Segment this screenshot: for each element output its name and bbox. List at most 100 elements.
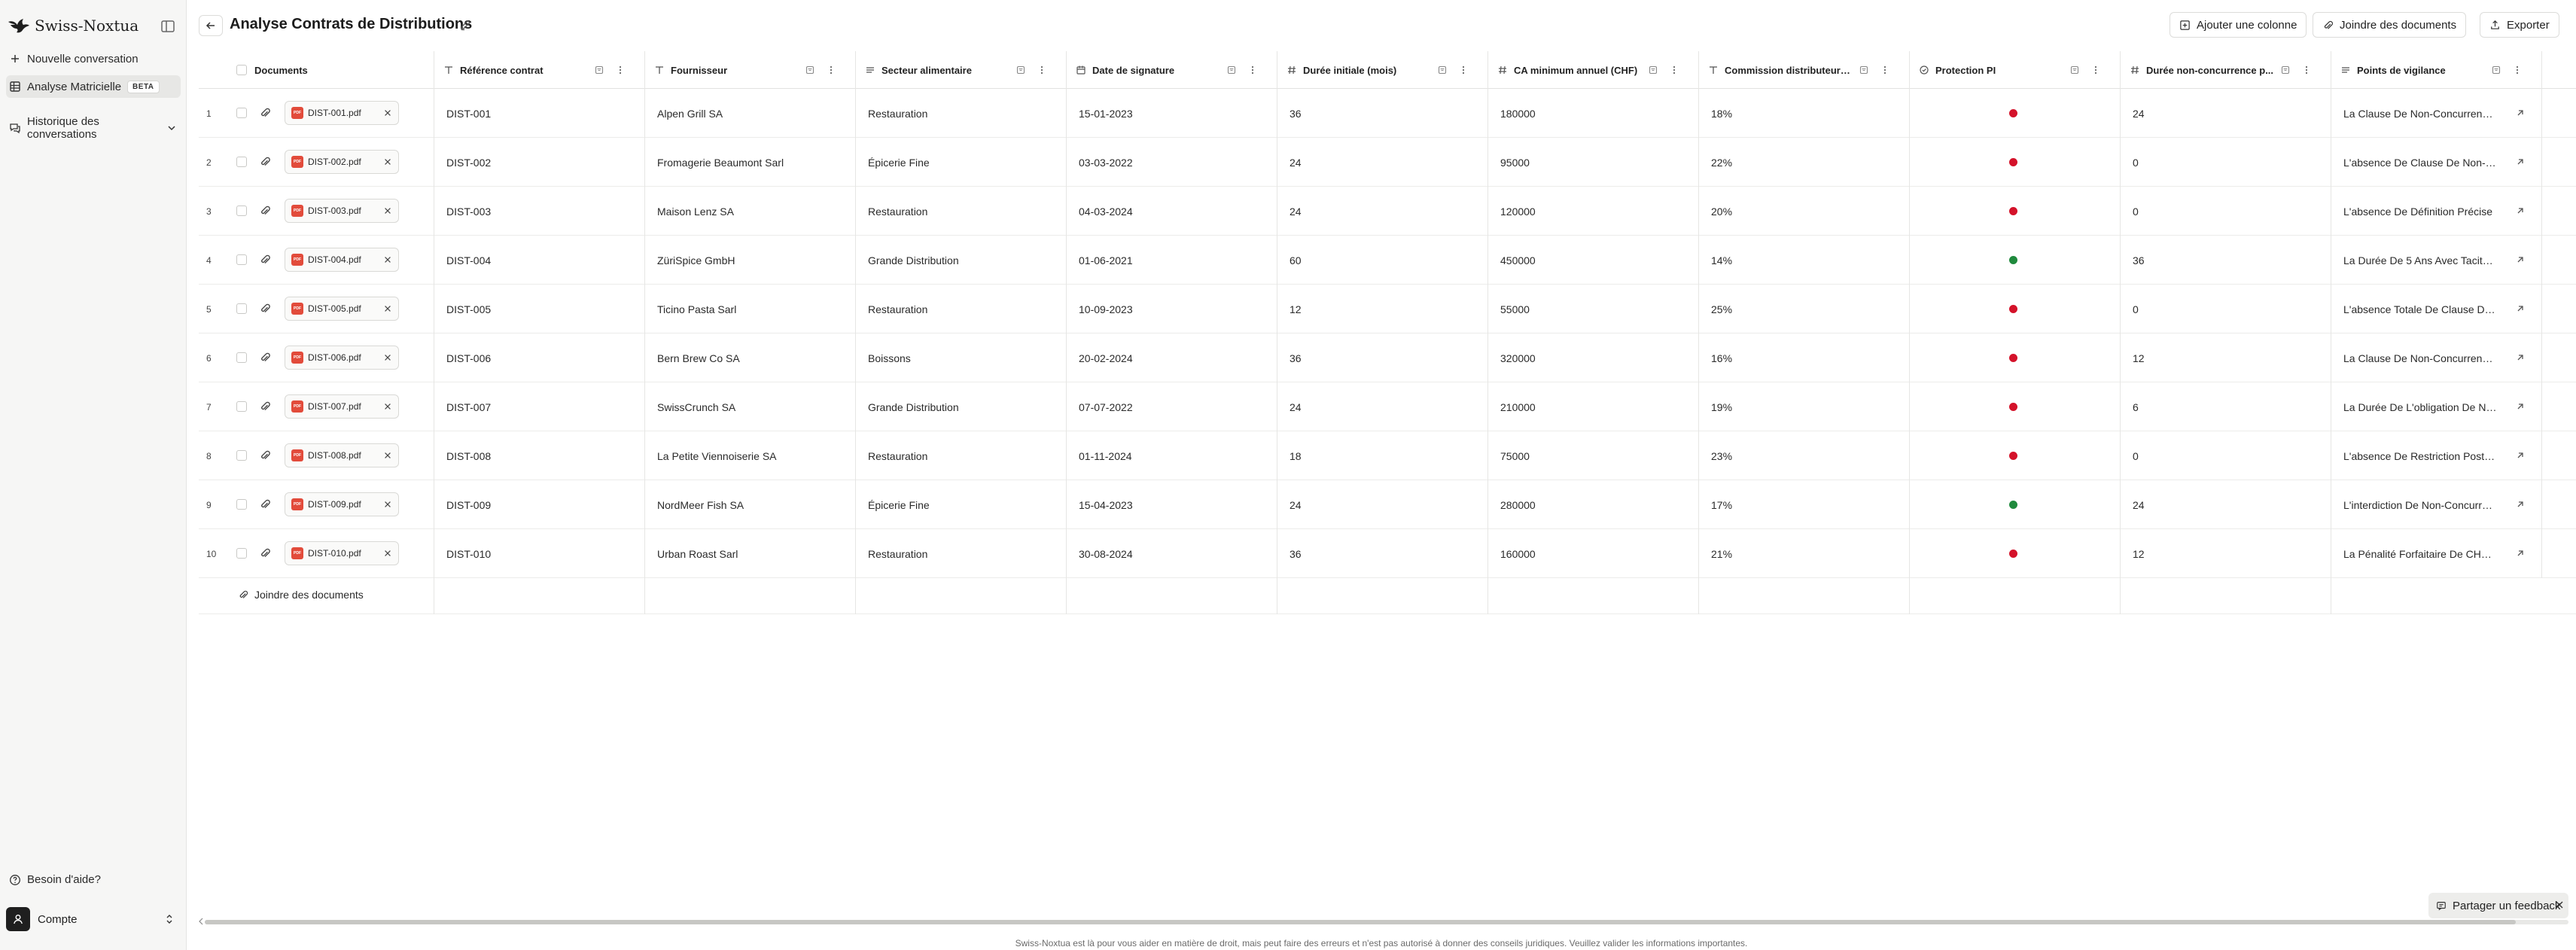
sector-cell[interactable]: Restauration	[856, 431, 1067, 480]
min-revenue-cell[interactable]: 55000	[1488, 285, 1699, 333]
commission-cell[interactable]: 17%	[1699, 480, 1910, 529]
add-column-button[interactable]: Ajouter une colonne	[2170, 12, 2307, 38]
remove-document-icon[interactable]	[383, 255, 392, 264]
signature-date-cell[interactable]: 15-01-2023	[1067, 89, 1277, 138]
ip-protection-cell[interactable]	[1910, 236, 2121, 285]
reference-cell[interactable]: DIST-009	[434, 480, 645, 529]
min-revenue-cell[interactable]: 160000	[1488, 529, 1699, 578]
watch-points-cell[interactable]: L'absence Totale De Clause De Protection	[2331, 285, 2542, 333]
column-menu-icon[interactable]	[2301, 65, 2312, 75]
min-revenue-cell[interactable]: 210000	[1488, 382, 1699, 431]
remove-document-icon[interactable]	[383, 304, 392, 313]
scrollbar-thumb[interactable]	[205, 920, 2516, 924]
column-header-signature-date[interactable]: Date de signature	[1067, 51, 1277, 89]
sidebar-toggle-icon[interactable]	[160, 18, 176, 35]
initial-duration-cell[interactable]: 60	[1277, 236, 1488, 285]
open-detail-icon[interactable]	[2515, 548, 2526, 559]
commission-cell[interactable]: 22%	[1699, 138, 1910, 187]
reference-cell[interactable]: DIST-004	[434, 236, 645, 285]
commission-cell[interactable]: 16%	[1699, 333, 1910, 382]
ip-protection-cell[interactable]	[1910, 89, 2121, 138]
remove-document-icon[interactable]	[383, 157, 392, 166]
ip-protection-cell[interactable]	[1910, 187, 2121, 236]
column-menu-icon[interactable]	[615, 65, 626, 75]
noncompete-duration-cell[interactable]: 6	[2121, 382, 2331, 431]
supplier-cell[interactable]: Urban Roast Sarl	[645, 529, 856, 578]
sidebar-item-matrix-analysis[interactable]: Analyse Matricielle BETA	[6, 75, 181, 98]
column-header-commission[interactable]: Commission distributeur (...	[1699, 51, 1910, 89]
commission-cell[interactable]: 20%	[1699, 187, 1910, 236]
watch-points-cell[interactable]: L'absence De Restriction Post-Contractue…	[2331, 431, 2542, 480]
remove-document-icon[interactable]	[383, 402, 392, 411]
document-chip[interactable]: PDF DIST-005.pdf	[285, 297, 399, 321]
noncompete-duration-cell[interactable]: 36	[2121, 236, 2331, 285]
column-filter-icon[interactable]	[805, 65, 815, 75]
ip-protection-cell[interactable]	[1910, 529, 2121, 578]
open-detail-icon[interactable]	[2515, 157, 2526, 167]
column-menu-icon[interactable]	[1247, 65, 1258, 75]
watch-points-cell[interactable]: La Pénalité Forfaitaire De CHF 50000	[2331, 529, 2542, 578]
row-checkbox[interactable]	[236, 450, 247, 461]
open-detail-icon[interactable]	[2515, 499, 2526, 510]
open-detail-icon[interactable]	[2515, 254, 2526, 265]
select-all-checkbox[interactable]	[236, 65, 247, 75]
sector-cell[interactable]: Boissons	[856, 333, 1067, 382]
column-menu-icon[interactable]	[1880, 65, 1890, 75]
watch-points-cell[interactable]: L'interdiction De Non-Concurrence	[2331, 480, 2542, 529]
min-revenue-cell[interactable]: 95000	[1488, 138, 1699, 187]
column-menu-icon[interactable]	[1669, 65, 1679, 75]
commission-cell[interactable]: 21%	[1699, 529, 1910, 578]
initial-duration-cell[interactable]: 24	[1277, 382, 1488, 431]
signature-date-cell[interactable]: 20-02-2024	[1067, 333, 1277, 382]
document-chip[interactable]: PDF DIST-007.pdf	[285, 394, 399, 419]
column-header-initial-duration[interactable]: Durée initiale (mois)	[1277, 51, 1488, 89]
row-checkbox[interactable]	[236, 303, 247, 314]
remove-document-icon[interactable]	[383, 549, 392, 558]
row-checkbox[interactable]	[236, 352, 247, 363]
column-filter-icon[interactable]	[2491, 65, 2501, 75]
column-header-sector[interactable]: Secteur alimentaire	[856, 51, 1067, 89]
column-header-noncompete-duration[interactable]: Durée non-concurrence p...	[2121, 51, 2331, 89]
reference-cell[interactable]: DIST-007	[434, 382, 645, 431]
watch-points-cell[interactable]: L'absence De Clause De Non-Concurrence	[2331, 138, 2542, 187]
column-filter-icon[interactable]	[1015, 65, 1026, 75]
column-header-min-revenue[interactable]: CA minimum annuel (CHF)	[1488, 51, 1699, 89]
initial-duration-cell[interactable]: 24	[1277, 187, 1488, 236]
paperclip-icon[interactable]	[259, 400, 271, 413]
document-chip[interactable]: PDF DIST-008.pdf	[285, 443, 399, 467]
supplier-cell[interactable]: SwissCrunch SA	[645, 382, 856, 431]
noncompete-duration-cell[interactable]: 12	[2121, 333, 2331, 382]
signature-date-cell[interactable]: 30-08-2024	[1067, 529, 1277, 578]
commission-cell[interactable]: 23%	[1699, 431, 1910, 480]
watch-points-cell[interactable]: La Clause De Non-Concurrence De 12 Mois	[2331, 333, 2542, 382]
document-chip[interactable]: PDF DIST-002.pdf	[285, 150, 399, 174]
column-menu-icon[interactable]	[826, 65, 836, 75]
document-chip[interactable]: PDF DIST-010.pdf	[285, 541, 399, 565]
row-checkbox[interactable]	[236, 401, 247, 412]
supplier-cell[interactable]: Bern Brew Co SA	[645, 333, 856, 382]
signature-date-cell[interactable]: 07-07-2022	[1067, 382, 1277, 431]
document-chip[interactable]: PDF DIST-001.pdf	[285, 101, 399, 125]
reference-cell[interactable]: DIST-008	[434, 431, 645, 480]
help-link[interactable]: Besoin d'aide?	[6, 873, 101, 886]
row-checkbox[interactable]	[236, 499, 247, 510]
column-filter-icon[interactable]	[2280, 65, 2291, 75]
paperclip-icon[interactable]	[259, 303, 271, 315]
row-checkbox[interactable]	[236, 206, 247, 216]
document-chip[interactable]: PDF DIST-003.pdf	[285, 199, 399, 223]
sector-cell[interactable]: Épicerie Fine	[856, 480, 1067, 529]
column-filter-icon[interactable]	[594, 65, 604, 75]
open-detail-icon[interactable]	[2515, 401, 2526, 412]
min-revenue-cell[interactable]: 450000	[1488, 236, 1699, 285]
paperclip-icon[interactable]	[259, 352, 271, 364]
remove-document-icon[interactable]	[383, 108, 392, 117]
noncompete-duration-cell[interactable]: 12	[2121, 529, 2331, 578]
column-menu-icon[interactable]	[1037, 65, 1047, 75]
min-revenue-cell[interactable]: 75000	[1488, 431, 1699, 480]
paperclip-icon[interactable]	[259, 107, 271, 119]
column-menu-icon[interactable]	[1458, 65, 1469, 75]
close-icon[interactable]	[2555, 900, 2564, 909]
sector-cell[interactable]: Grande Distribution	[856, 382, 1067, 431]
noncompete-duration-cell[interactable]: 24	[2121, 89, 2331, 138]
supplier-cell[interactable]: Fromagerie Beaumont Sarl	[645, 138, 856, 187]
